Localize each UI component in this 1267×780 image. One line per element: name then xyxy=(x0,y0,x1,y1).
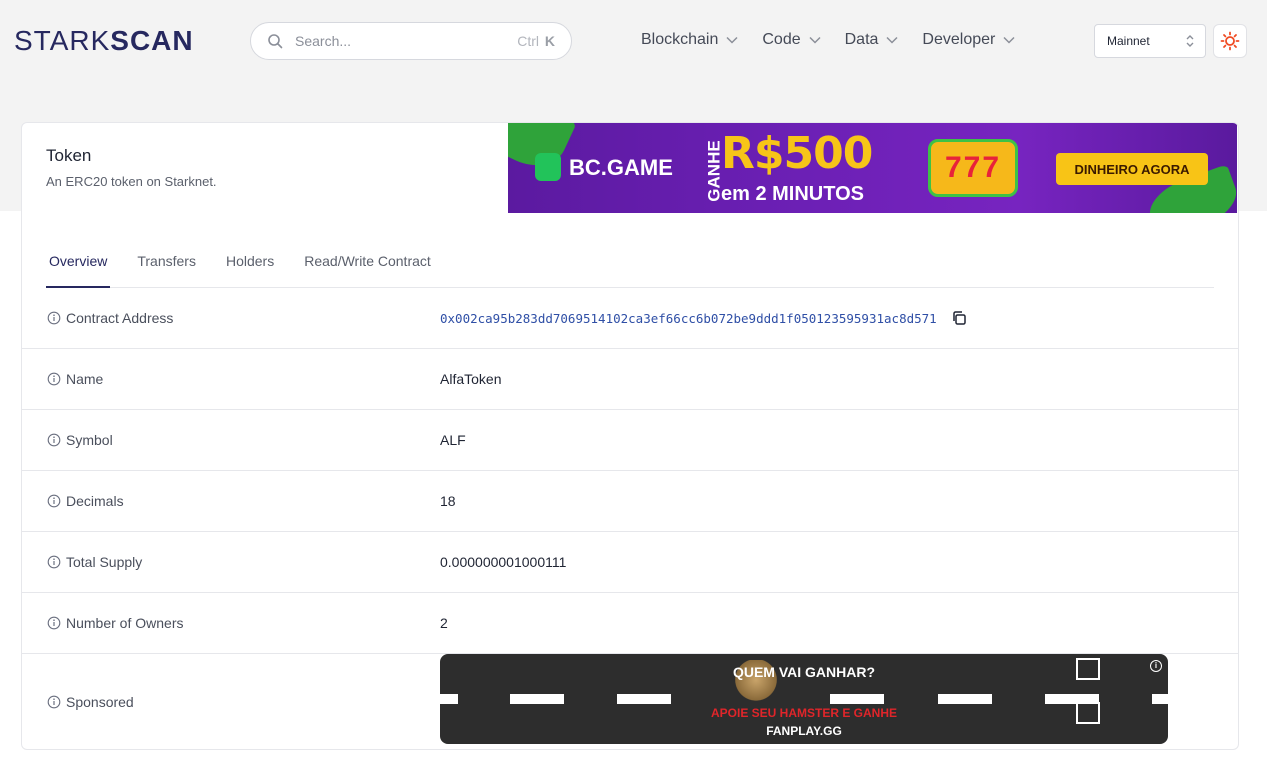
network-selected-value: Mainnet xyxy=(1107,34,1150,48)
info-icon[interactable] xyxy=(47,372,61,386)
theme-toggle-button[interactable] xyxy=(1213,24,1247,58)
search-placeholder: Search... xyxy=(295,33,352,49)
ad-question: QUEM VAI GANHAR? xyxy=(732,664,876,680)
top-bar: STARKSCAN Search... Ctrl K Blockchain Co… xyxy=(0,0,1267,82)
ad-brand: FANPLAY.GG xyxy=(766,724,842,738)
copy-icon[interactable] xyxy=(951,310,967,326)
search-input[interactable]: Search... Ctrl K xyxy=(250,22,572,60)
nav-data[interactable]: Data xyxy=(845,31,899,49)
logo-text-bold: SCAN xyxy=(110,25,194,56)
checkbox-icon xyxy=(1076,702,1100,724)
detail-value: 2 xyxy=(440,615,448,631)
ad-promo: APOIE SEU HAMSTER E GANHE xyxy=(710,706,898,720)
detail-label: Contract Address xyxy=(47,310,173,326)
detail-value: 0.000000001000111 xyxy=(440,554,567,570)
nav-label: Developer xyxy=(922,31,996,48)
tab-bar: Overview Transfers Holders Read/Write Co… xyxy=(46,241,1214,288)
banner-amount: R$500 xyxy=(721,128,873,179)
bcgame-logo-icon xyxy=(535,153,561,181)
detail-label: Total Supply xyxy=(47,554,142,570)
fanplay-ad-banner[interactable]: QUEM VAI GANHAR? APOIE SEU HAMSTER E GAN… xyxy=(440,654,1168,744)
sort-icon xyxy=(1186,35,1194,47)
ad-info-icon[interactable]: i xyxy=(1150,660,1162,672)
starkscan-logo[interactable]: STARKSCAN xyxy=(14,25,194,57)
banner-brand: BC.GAME xyxy=(569,155,673,180)
network-select[interactable]: Mainnet xyxy=(1094,24,1206,58)
road-dash xyxy=(440,694,458,704)
chevron-down-icon xyxy=(726,36,738,44)
chevron-down-icon xyxy=(886,36,898,44)
info-icon[interactable] xyxy=(47,555,61,569)
detail-row-sponsored: Sponsored QUEM VAI GANHAR? APOIE SEU HAM… xyxy=(22,654,1238,749)
road-dash xyxy=(617,694,671,704)
road-dash xyxy=(938,694,992,704)
road-dash xyxy=(830,694,884,704)
info-icon[interactable] xyxy=(47,616,61,630)
banner-minutes: em 2 MINUTOS xyxy=(721,183,864,205)
detail-row-symbol: Symbol ALF xyxy=(22,410,1238,471)
detail-label: Number of Owners xyxy=(47,615,183,631)
search-icon xyxy=(268,34,283,49)
detail-label: Symbol xyxy=(47,432,113,448)
detail-value: ALF xyxy=(440,432,466,448)
sun-icon xyxy=(1220,31,1240,51)
tab-overview[interactable]: Overview xyxy=(46,241,111,288)
info-icon[interactable] xyxy=(47,433,61,447)
tab-transfers[interactable]: Transfers xyxy=(134,241,199,288)
detail-label: Decimals xyxy=(47,493,124,509)
token-card: Token An ERC20 token on Starknet. BC.GAM… xyxy=(21,122,1239,750)
info-icon[interactable] xyxy=(47,494,61,508)
nav-label: Blockchain xyxy=(641,31,719,48)
slot-machine-icon: 777 xyxy=(928,139,1018,197)
nav-label: Data xyxy=(844,31,879,48)
nav-code[interactable]: Code xyxy=(762,31,821,49)
detail-value: 18 xyxy=(440,493,456,509)
detail-value: 0x002ca95b283dd7069514102ca3ef66cc6b072b… xyxy=(440,310,967,326)
road-dash xyxy=(510,694,564,704)
bcgame-ad-banner[interactable]: BC.GAME GANHE R$500 em 2 MINUTOS 777 DIN… xyxy=(508,123,1237,213)
detail-row-decimals: Decimals 18 xyxy=(22,471,1238,532)
detail-row-name: Name AlfaToken xyxy=(22,349,1238,410)
nav-label: Code xyxy=(762,31,801,48)
tab-read-write-contract[interactable]: Read/Write Contract xyxy=(301,241,434,288)
detail-value: AlfaToken xyxy=(440,371,502,387)
road-dash xyxy=(1152,694,1168,704)
detail-row-number-of-owners: Number of Owners 2 xyxy=(22,593,1238,654)
checkbox-icon xyxy=(1076,658,1100,680)
contract-address-link[interactable]: 0x002ca95b283dd7069514102ca3ef66cc6b072b… xyxy=(440,311,937,326)
token-details: Contract Address 0x002ca95b283dd70695141… xyxy=(22,288,1238,749)
chevron-down-icon xyxy=(809,36,821,44)
detail-label: Name xyxy=(47,371,103,387)
info-icon[interactable] xyxy=(47,695,61,709)
main-nav: Blockchain Code Data Developer xyxy=(641,31,1015,49)
detail-row-total-supply: Total Supply 0.000000001000111 xyxy=(22,532,1238,593)
detail-row-contract-address: Contract Address 0x002ca95b283dd70695141… xyxy=(22,288,1238,349)
page-subtitle: An ERC20 token on Starknet. xyxy=(46,174,217,189)
tab-holders[interactable]: Holders xyxy=(223,241,277,288)
banner-cta-button[interactable]: DINHEIRO AGORA xyxy=(1056,153,1208,185)
info-icon[interactable] xyxy=(47,311,61,325)
detail-label: Sponsored xyxy=(47,694,134,710)
nav-blockchain[interactable]: Blockchain xyxy=(641,31,738,49)
search-shortcut: Ctrl K xyxy=(517,33,555,49)
chevron-down-icon xyxy=(1003,36,1015,44)
page-title: Token xyxy=(46,146,92,165)
logo-text-thin: STARK xyxy=(14,25,111,56)
nav-developer[interactable]: Developer xyxy=(922,31,1015,49)
